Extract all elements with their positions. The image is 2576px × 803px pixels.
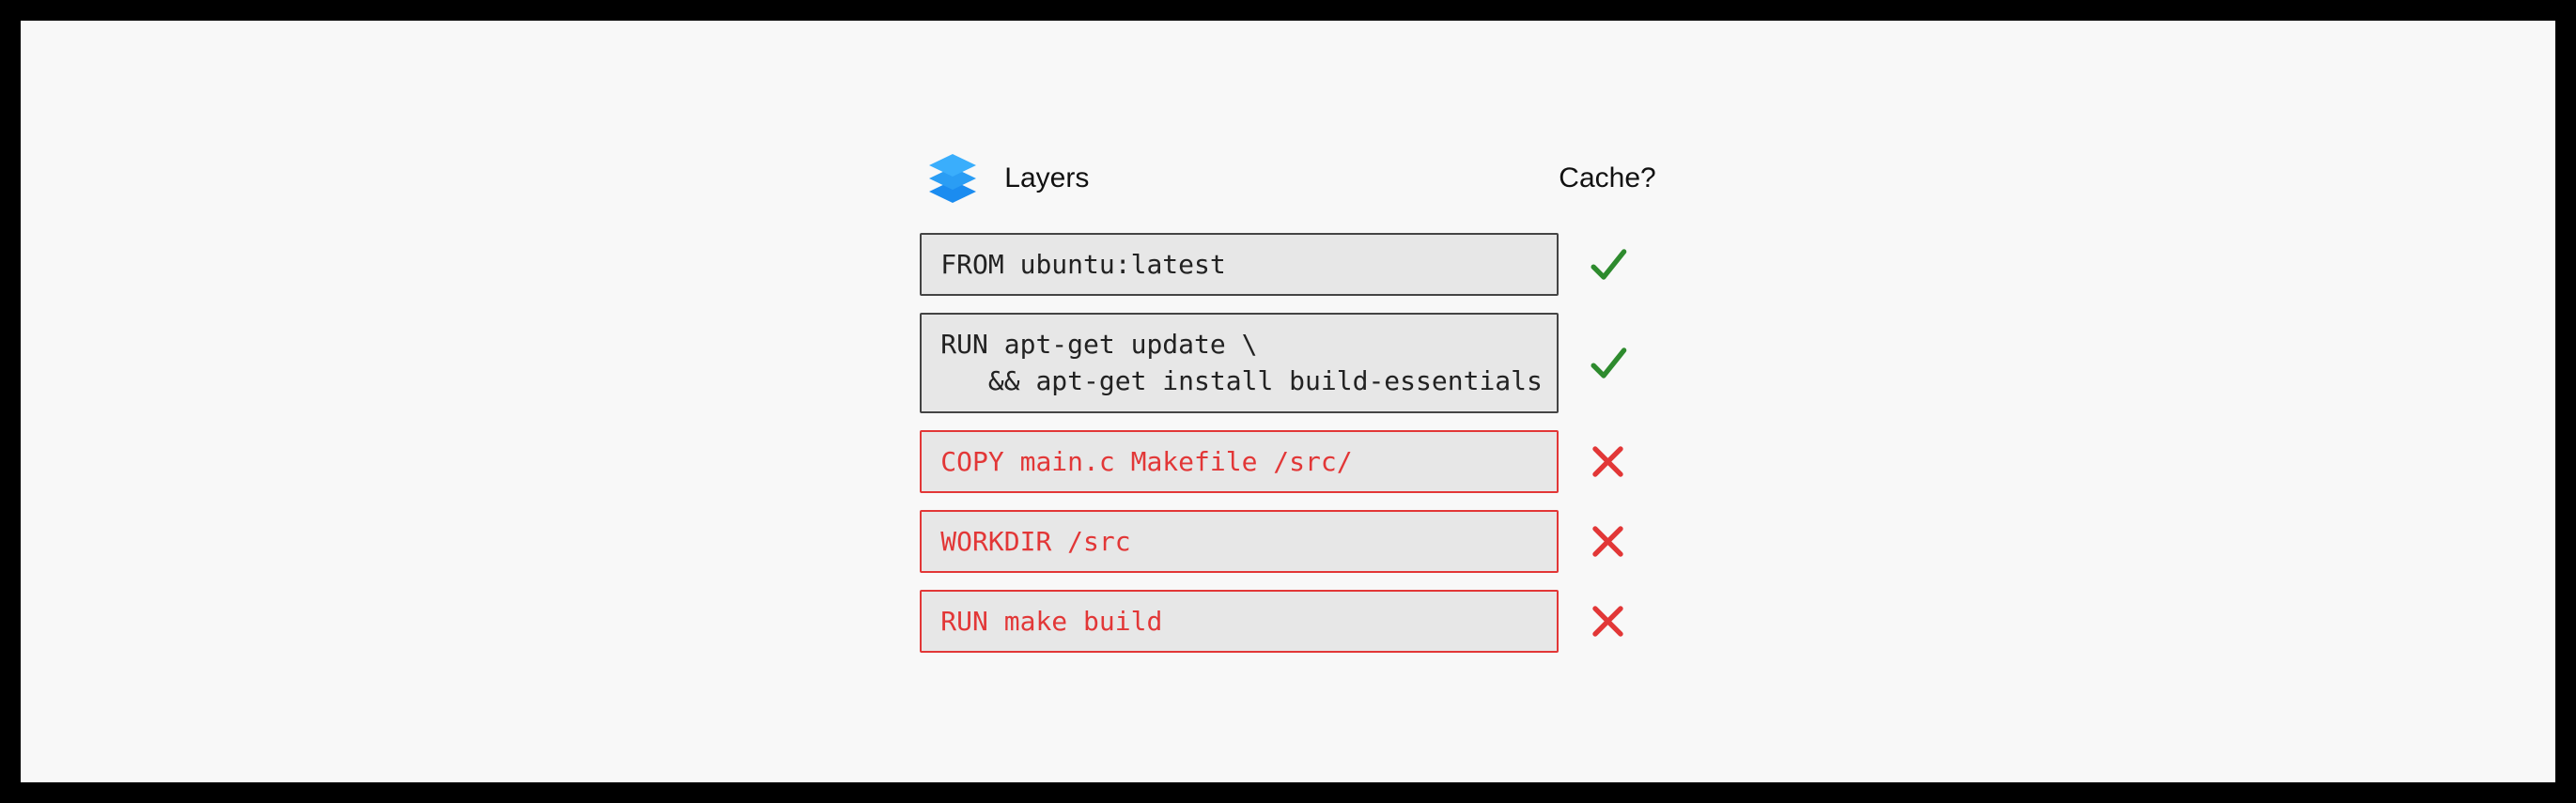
layers-label: Layers — [1004, 162, 1089, 194]
check-icon — [1587, 243, 1629, 286]
layer-row: RUN apt-get update \ && apt-get install … — [920, 313, 1655, 412]
cross-icon — [1587, 440, 1629, 483]
layers-icon — [920, 150, 985, 207]
cross-icon — [1587, 600, 1629, 642]
cross-icon — [1587, 520, 1629, 563]
header-row: Layers Cache? — [920, 150, 1655, 207]
layer-code: RUN make build — [920, 590, 1559, 653]
layer-code: FROM ubuntu:latest — [920, 233, 1559, 296]
layer-row: RUN make build — [920, 590, 1655, 653]
layers-header: Layers — [920, 150, 1559, 207]
layer-row: COPY main.c Makefile /src/ — [920, 430, 1655, 493]
layer-row: WORKDIR /src — [920, 510, 1655, 573]
layer-row: FROM ubuntu:latest — [920, 233, 1655, 296]
layer-code: COPY main.c Makefile /src/ — [920, 430, 1559, 493]
check-icon — [1587, 342, 1629, 384]
layer-code: RUN apt-get update \ && apt-get install … — [920, 313, 1559, 412]
layer-code: WORKDIR /src — [920, 510, 1559, 573]
diagram-content: Layers Cache? FROM ubuntu:latest RUN apt… — [920, 150, 1655, 653]
outer-frame: Layers Cache? FROM ubuntu:latest RUN apt… — [0, 0, 2576, 803]
diagram-canvas: Layers Cache? FROM ubuntu:latest RUN apt… — [21, 21, 2555, 782]
cache-label: Cache? — [1559, 162, 1655, 194]
